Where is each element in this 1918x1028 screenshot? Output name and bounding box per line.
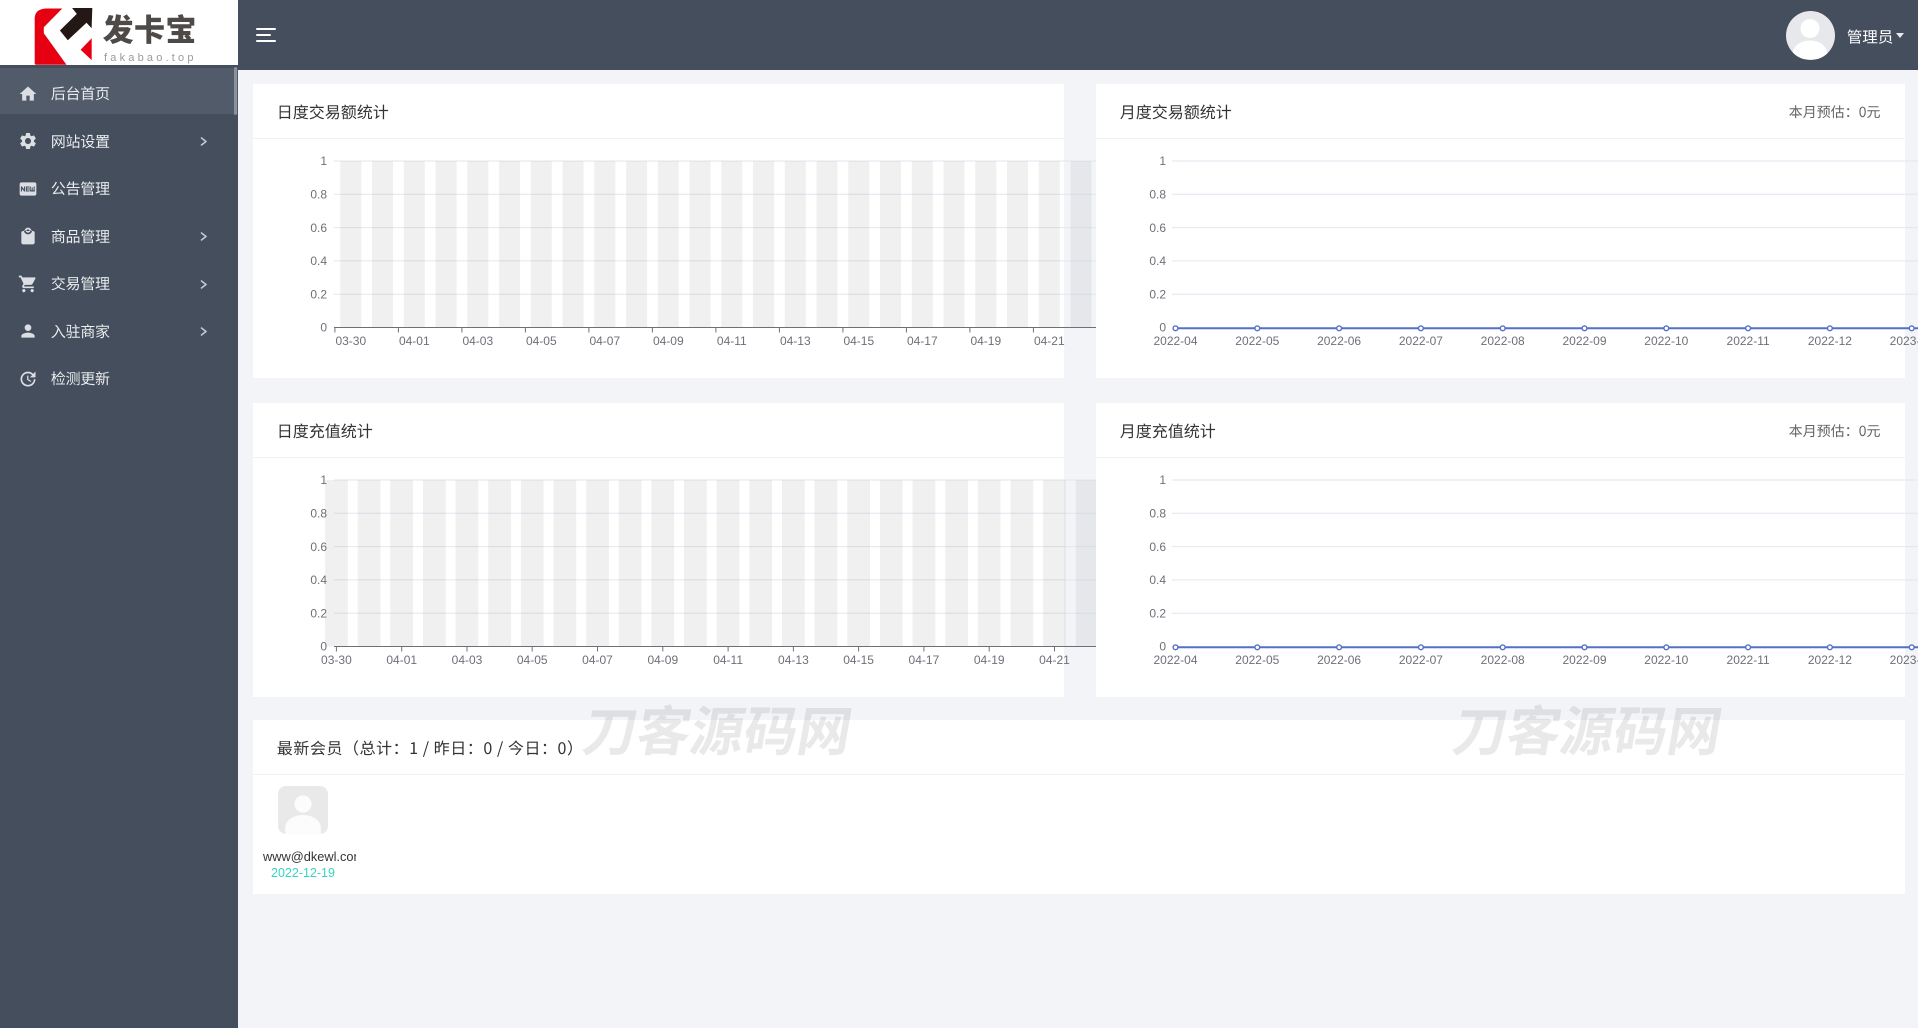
svg-text:04-11: 04-11 (717, 334, 747, 348)
svg-text:04-21: 04-21 (1034, 334, 1065, 348)
svg-text:0.2: 0.2 (310, 287, 327, 301)
svg-text:0.8: 0.8 (1149, 188, 1166, 202)
svg-text:0.2: 0.2 (1149, 287, 1166, 301)
svg-text:2022-05: 2022-05 (1235, 334, 1279, 348)
svg-text:2022-09: 2022-09 (1562, 334, 1606, 348)
svg-text:0.4: 0.4 (310, 573, 327, 587)
svg-text:2022-06: 2022-06 (1317, 653, 1361, 667)
svg-text:2022-11: 2022-11 (1727, 334, 1770, 348)
svg-text:04-03: 04-03 (452, 653, 483, 667)
svg-text:2022-06: 2022-06 (1317, 334, 1361, 348)
svg-text:0.2: 0.2 (1149, 606, 1166, 620)
svg-text:2022-12: 2022-12 (1808, 653, 1852, 667)
svg-text:04-13: 04-13 (778, 653, 809, 667)
svg-text:04-15: 04-15 (843, 334, 874, 348)
svg-text:04-09: 04-09 (653, 334, 684, 348)
svg-text:03-30: 03-30 (321, 653, 352, 667)
svg-text:04-09: 04-09 (647, 653, 678, 667)
svg-text:2022-10: 2022-10 (1644, 653, 1688, 667)
svg-text:2023-01: 2023-01 (1890, 653, 1918, 667)
svg-text:0.6: 0.6 (1149, 221, 1166, 235)
svg-text:04-01: 04-01 (386, 653, 417, 667)
svg-text:0.6: 0.6 (310, 540, 327, 554)
svg-text:2022-08: 2022-08 (1481, 653, 1525, 667)
svg-text:0.2: 0.2 (310, 606, 327, 620)
svg-text:2022-07: 2022-07 (1399, 653, 1443, 667)
svg-text:0: 0 (1159, 640, 1166, 654)
svg-text:04-07: 04-07 (582, 653, 613, 667)
svg-text:2022-12: 2022-12 (1808, 334, 1852, 348)
svg-text:2022-09: 2022-09 (1562, 653, 1606, 667)
svg-text:2022-05: 2022-05 (1235, 653, 1279, 667)
svg-text:0.8: 0.8 (310, 507, 327, 521)
svg-text:04-07: 04-07 (589, 334, 620, 348)
svg-text:0.4: 0.4 (310, 254, 327, 268)
svg-text:0: 0 (1159, 321, 1166, 335)
svg-text:2022-10: 2022-10 (1644, 334, 1688, 348)
svg-text:04-01: 04-01 (399, 334, 430, 348)
svg-text:04-11: 04-11 (713, 653, 743, 667)
svg-text:04-17: 04-17 (907, 334, 938, 348)
svg-text:04-05: 04-05 (517, 653, 548, 667)
svg-text:04-17: 04-17 (909, 653, 940, 667)
svg-text:04-03: 04-03 (462, 334, 493, 348)
svg-text:2022-08: 2022-08 (1481, 334, 1525, 348)
svg-text:0.8: 0.8 (1149, 507, 1166, 521)
svg-text:2022-07: 2022-07 (1399, 334, 1443, 348)
svg-text:04-05: 04-05 (526, 334, 557, 348)
svg-text:04-21: 04-21 (1039, 653, 1070, 667)
svg-text:2022-04: 2022-04 (1153, 653, 1197, 667)
svg-text:0: 0 (320, 321, 327, 335)
svg-text:0.4: 0.4 (1149, 573, 1166, 587)
svg-text:1: 1 (1159, 473, 1166, 487)
svg-text:0.4: 0.4 (1149, 254, 1166, 268)
svg-text:0.6: 0.6 (1149, 540, 1166, 554)
svg-text:2022-04: 2022-04 (1153, 334, 1197, 348)
svg-text:0: 0 (320, 640, 327, 654)
svg-text:2023-01: 2023-01 (1890, 334, 1918, 348)
svg-text:1: 1 (320, 154, 327, 168)
svg-text:03-30: 03-30 (335, 334, 366, 348)
svg-text:0.6: 0.6 (310, 221, 327, 235)
svg-text:04-19: 04-19 (974, 653, 1005, 667)
svg-text:1: 1 (320, 473, 327, 487)
svg-text:04-19: 04-19 (970, 334, 1001, 348)
svg-text:1: 1 (1159, 154, 1166, 168)
svg-text:04-13: 04-13 (780, 334, 811, 348)
svg-text:04-15: 04-15 (843, 653, 874, 667)
svg-text:2022-11: 2022-11 (1727, 653, 1770, 667)
svg-text:0.8: 0.8 (310, 188, 327, 202)
